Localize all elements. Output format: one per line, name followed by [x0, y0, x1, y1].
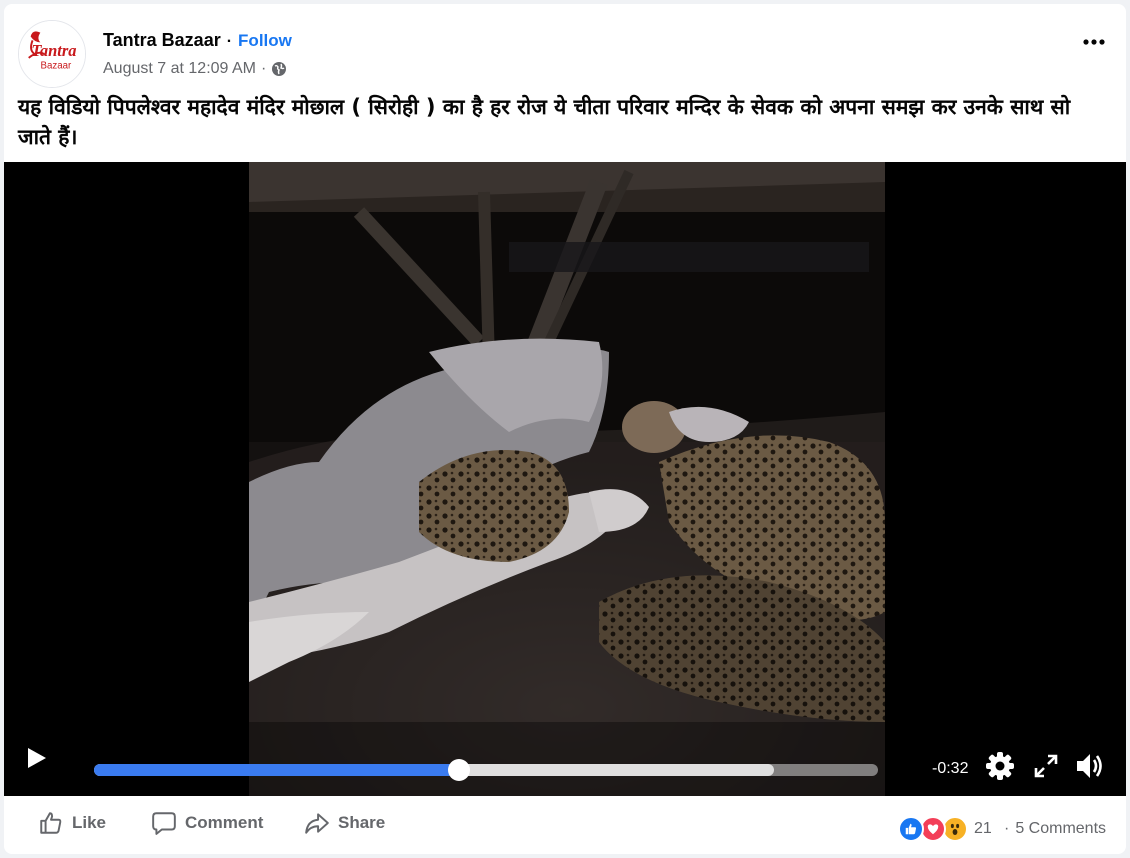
more-options-icon[interactable] — [1076, 24, 1112, 60]
video-controls: -0:32 — [4, 726, 1126, 796]
fullscreen-icon[interactable] — [1030, 750, 1062, 782]
video-progress-bar[interactable] — [94, 759, 878, 781]
reactions-summary[interactable]: 21 — [898, 816, 992, 842]
progress-played — [94, 764, 460, 776]
comments-dot: · — [1004, 820, 1010, 837]
meta-separator: · — [261, 60, 267, 77]
comment-bubble-icon — [152, 812, 176, 835]
logo-text-line1: Tantra — [31, 41, 76, 60]
post-card: Tantra Bazaar Tantra Bazaar · Follow Aug… — [4, 4, 1126, 854]
logo-text-line2: Bazaar — [41, 61, 72, 72]
follow-button[interactable]: Follow — [238, 31, 292, 51]
video-thumbnail-image — [249, 162, 885, 796]
tantra-bazaar-logo: Tantra Bazaar — [19, 21, 85, 87]
name-separator: · — [226, 33, 233, 50]
share-button[interactable]: Share — [304, 810, 385, 836]
progress-scrubber[interactable] — [448, 759, 471, 781]
page-avatar[interactable]: Tantra Bazaar — [18, 20, 86, 88]
like-button[interactable]: Like — [38, 810, 106, 836]
comment-button[interactable]: Comment — [151, 810, 263, 836]
comments-count-link[interactable]: · 5 Comments — [1004, 820, 1106, 838]
settings-icon[interactable] — [984, 750, 1016, 782]
volume-icon[interactable] — [1074, 750, 1106, 782]
like-label: Like — [72, 813, 107, 832]
share-arrow-icon — [305, 813, 329, 834]
comment-label: Comment — [185, 813, 264, 832]
post-footer: Like Comment Share 21 · 5 Comments — [4, 796, 1126, 854]
video-frame[interactable] — [249, 162, 885, 796]
globe-icon[interactable] — [271, 61, 287, 77]
post-timestamp[interactable]: August 7 at 12:09 AM — [103, 60, 256, 78]
thumbs-up-icon — [40, 812, 62, 834]
reaction-count: 21 — [974, 820, 992, 837]
comments-count: 5 Comments — [1015, 820, 1107, 837]
share-label: Share — [338, 813, 386, 832]
page-name[interactable]: Tantra Bazaar — [103, 30, 221, 51]
post-caption: यह विडियो पिपलेश्वर महादेव मंदिर मोछाल (… — [18, 95, 1071, 149]
like-reaction-icon — [898, 816, 924, 842]
video-player[interactable]: -0:32 — [4, 162, 1126, 796]
remaining-time: -0:32 — [932, 760, 969, 777]
play-icon[interactable] — [22, 744, 50, 772]
